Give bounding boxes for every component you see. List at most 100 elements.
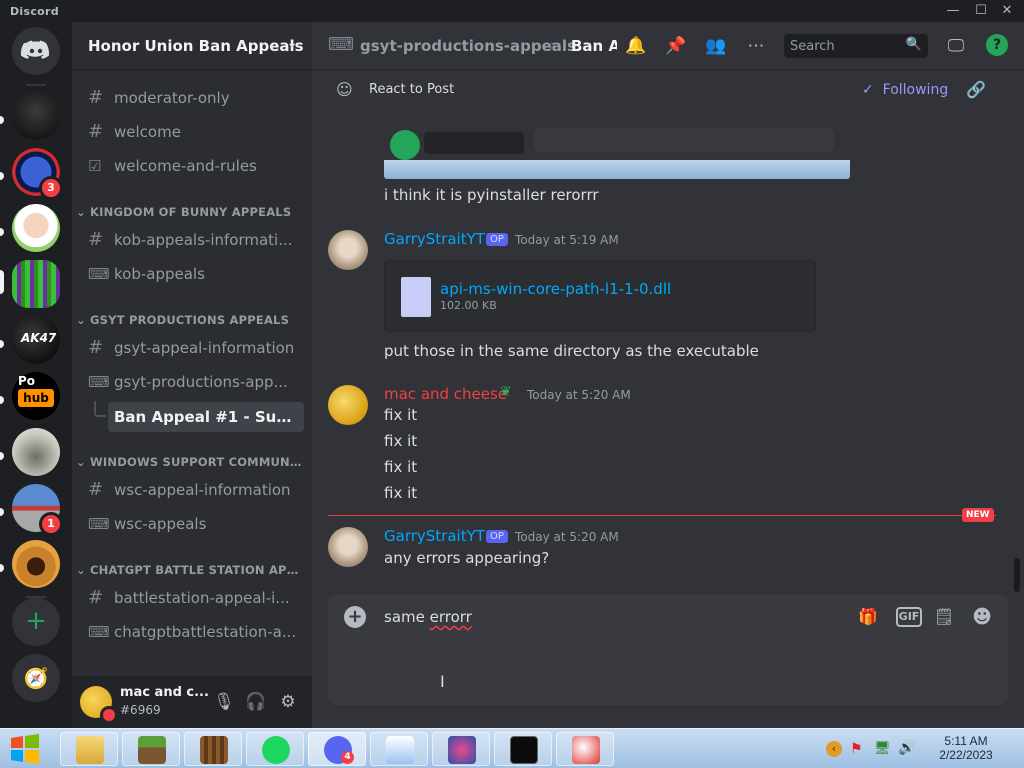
taskbar-presentation[interactable] xyxy=(370,732,428,766)
server-icon-peter[interactable] xyxy=(12,204,60,252)
game-app-icon xyxy=(448,736,476,764)
avatar[interactable] xyxy=(328,385,368,425)
taskbar-paint[interactable] xyxy=(556,732,614,766)
taskbar-spotify[interactable] xyxy=(246,732,304,766)
bell-icon[interactable]: 🔔 xyxy=(624,34,648,58)
help-icon[interactable]: ? xyxy=(986,34,1008,56)
system-tray: ‹ ⚑ 🖥 🔊 xyxy=(826,740,916,759)
maximize-icon[interactable]: ☐ xyxy=(972,2,990,20)
unread-pill xyxy=(0,228,4,236)
close-icon[interactable]: ✕ xyxy=(998,2,1016,20)
message-author[interactable]: mac and cheese xyxy=(384,385,507,403)
channel-welcome[interactable]: # welcome xyxy=(80,117,304,147)
file-name-link[interactable]: api-ms-win-core-path-l1-1-0.dll xyxy=(440,280,671,298)
volume-icon[interactable]: 🔊 xyxy=(898,740,915,756)
action-center-flag-icon[interactable]: ⚑ xyxy=(850,741,863,757)
gif-button[interactable]: GIF xyxy=(896,607,922,627)
user-name: mac and c... xyxy=(120,685,209,700)
channel-label: gsyt-productions-app... xyxy=(114,373,288,391)
scrollbar-thumb[interactable] xyxy=(1014,558,1020,592)
hash-icon: # xyxy=(88,229,104,250)
minimize-icon[interactable]: — xyxy=(944,2,962,20)
taskbar-crafting[interactable] xyxy=(184,732,242,766)
emoji-icon[interactable]: ☻ xyxy=(970,605,994,629)
gift-icon[interactable]: 🎁 xyxy=(856,605,880,629)
microphone-icon[interactable]: 🎙 xyxy=(212,690,236,714)
channel-moderator-only[interactable]: # moderator-only xyxy=(80,83,304,113)
grass-block-icon xyxy=(138,736,166,764)
terminal-icon xyxy=(510,736,538,764)
add-server-icon[interactable]: + xyxy=(12,598,60,646)
network-icon[interactable]: 🖥 xyxy=(874,741,891,756)
attached-screenshot[interactable] xyxy=(384,110,850,179)
inbox-icon[interactable]: 🖵 xyxy=(944,34,968,58)
headphones-icon[interactable]: 🎧 xyxy=(244,690,268,714)
server-header[interactable]: Honor Union Ban Appeals ⌄ xyxy=(72,22,312,70)
taskbar-clock[interactable]: 5:11 AM 2/22/2023 xyxy=(936,734,996,762)
server-icon-dark-room[interactable] xyxy=(12,92,60,140)
message-author[interactable]: GarryStraitYT xyxy=(384,527,485,545)
following-label: Following xyxy=(882,82,949,98)
channel-label: wsc-appeal-information xyxy=(114,481,291,499)
server-icon-burger[interactable] xyxy=(12,540,60,588)
message-input[interactable]: same errorr xyxy=(384,608,472,626)
members-icon[interactable]: 👥 xyxy=(704,34,728,58)
server-icon-tank[interactable] xyxy=(12,428,60,476)
unread-pill xyxy=(0,452,4,460)
category-windows-support[interactable]: ⌄ WINDOWS SUPPORT COMMUNITY ... xyxy=(76,455,302,469)
taskbar-file-explorer[interactable] xyxy=(60,732,118,766)
channel-gsyt-productions-appeals[interactable]: ⌨ gsyt-productions-app... xyxy=(80,367,304,397)
more-options-icon[interactable]: ⋯ xyxy=(744,34,768,58)
avatar[interactable] xyxy=(328,527,368,567)
check-icon: ✓ xyxy=(862,82,874,98)
following-button[interactable]: ✓ Following xyxy=(862,82,948,98)
taskbar-badge: 4 xyxy=(341,751,354,764)
channel-chatgptbattlestation-appeals[interactable]: ⌨ chatgptbattlestation-a... xyxy=(80,617,304,647)
thread-connector-icon xyxy=(94,401,106,417)
channel-kob-appeals-information[interactable]: # kob-appeals-informati... xyxy=(80,225,304,255)
message-composer[interactable]: + same errorr 🎁 GIF 🗒 ☻ xyxy=(328,595,1008,705)
server-icon-ak47[interactable]: AK47 xyxy=(12,316,60,364)
taskbar-game[interactable] xyxy=(432,732,490,766)
taskbar-discord[interactable]: 4 xyxy=(308,732,366,766)
avatar[interactable] xyxy=(328,230,368,270)
channel-gsyt-appeal-information[interactable]: # gsyt-appeal-information xyxy=(80,333,304,363)
windows-start-icon[interactable] xyxy=(8,734,42,764)
category-gsyt-productions[interactable]: ⌄ GSYT PRODUCTIONS APPEALS xyxy=(76,313,302,327)
settings-gear-icon[interactable]: ⚙ xyxy=(276,690,300,714)
parent-channel-link[interactable]: gsyt-productions-appeals xyxy=(360,37,576,55)
channel-battlestation-appeal-information[interactable]: # battlestation-appeal-i... xyxy=(80,583,304,613)
dnd-status-icon xyxy=(100,706,118,724)
monitor-app-icon xyxy=(386,736,414,764)
misspelled-word: errorr xyxy=(429,608,472,626)
server-icon-green-stripes[interactable] xyxy=(12,260,60,308)
paint-icon xyxy=(572,736,600,764)
unread-pill xyxy=(0,564,4,572)
add-attachment-icon[interactable]: + xyxy=(344,606,366,628)
category-kingdom-of-bunny[interactable]: ⌄ KINGDOM OF BUNNY APPEALS xyxy=(76,205,302,219)
mention-badge: 1 xyxy=(39,512,63,536)
explore-servers-icon[interactable]: 🧭 xyxy=(12,654,60,702)
thread-ban-appeal-1[interactable]: Ban Appeal #1 - Suspect... xyxy=(108,402,304,432)
tray-expand-icon[interactable]: ‹ xyxy=(826,741,842,757)
server-icon-hub[interactable]: Po hub xyxy=(12,372,60,420)
link-icon[interactable]: 🔗 xyxy=(966,80,986,99)
channel-kob-appeals[interactable]: ⌨ kob-appeals xyxy=(80,259,304,289)
screenshot-taskbar xyxy=(384,160,850,179)
breadcrumb-separator: › xyxy=(550,36,556,54)
home-button[interactable] xyxy=(12,27,60,75)
channel-wsc-appeal-information[interactable]: # wsc-appeal-information xyxy=(80,475,304,505)
taskbar-terminal[interactable] xyxy=(494,732,552,766)
sticker-icon[interactable]: 🗒 xyxy=(932,605,956,629)
search-input[interactable]: Search 🔍 xyxy=(784,34,928,58)
channel-welcome-and-rules[interactable]: ☑ welcome-and-rules xyxy=(80,151,304,181)
hash-icon: # xyxy=(88,87,104,108)
taskbar-minecraft[interactable] xyxy=(122,732,180,766)
message-author[interactable]: GarryStraitYT xyxy=(384,230,485,248)
channel-label: battlestation-appeal-i... xyxy=(114,589,290,607)
category-chatgpt-battle-station[interactable]: ⌄ CHATGPT BATTLE STATION APPEALS xyxy=(76,563,302,577)
message-timestamp: Today at 5:19 AM xyxy=(515,233,619,247)
channel-label: welcome xyxy=(114,123,181,141)
pin-icon[interactable]: 📌 xyxy=(664,34,688,58)
channel-wsc-appeals[interactable]: ⌨ wsc-appeals xyxy=(80,509,304,539)
